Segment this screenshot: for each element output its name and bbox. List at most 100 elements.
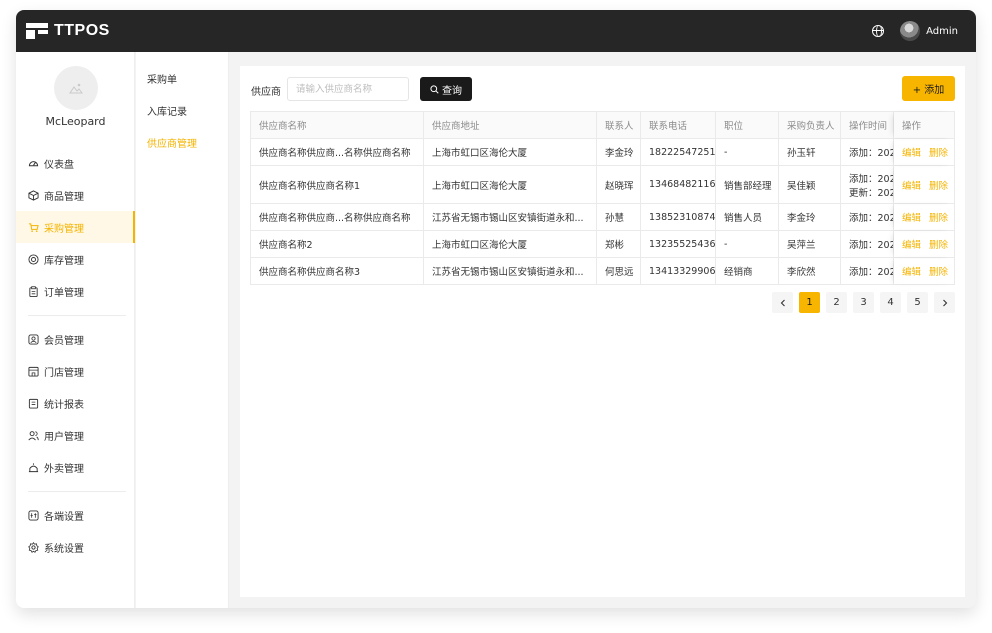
added-time: 添加：202 bbox=[849, 267, 894, 278]
subnav-item-supplier-management[interactable]: 供应商管理 bbox=[147, 135, 197, 150]
added-time: 添加：202 bbox=[849, 240, 894, 251]
delete-link[interactable]: 删除 bbox=[929, 264, 948, 278]
profile-name: McLeopard bbox=[45, 115, 106, 128]
pagination: 1 2 3 4 5 bbox=[766, 292, 955, 313]
store-icon bbox=[28, 366, 39, 377]
page-button-1[interactable]: 1 bbox=[799, 292, 820, 313]
user-avatar[interactable] bbox=[900, 21, 921, 41]
table-row: 供应商名称供应商名称1 上海市虹口区海伦大厦 赵晓珲 13468482116 销… bbox=[251, 166, 954, 204]
column-header: 联系电话 bbox=[641, 112, 716, 138]
column-header: 联系人 bbox=[597, 112, 641, 138]
sidebar-item-stores[interactable]: 门店管理 bbox=[16, 355, 135, 387]
delivery-icon bbox=[28, 462, 39, 473]
image-placeholder-icon bbox=[69, 83, 83, 94]
sidebar-item-label: 订单管理 bbox=[44, 287, 84, 299]
position-cell: 销售部经理 bbox=[716, 166, 779, 203]
edit-link[interactable]: 编辑 bbox=[902, 210, 921, 224]
sidebar-item-members[interactable]: 会员管理 bbox=[16, 323, 135, 355]
sidebar-item-label: 会员管理 bbox=[44, 335, 84, 347]
phone-cell: 13235525436 bbox=[641, 231, 716, 257]
sidebar-item-label: 仪表盘 bbox=[44, 159, 74, 171]
sidebar-divider bbox=[28, 491, 126, 492]
sidebar-item-purchase[interactable]: 采购管理 bbox=[16, 211, 135, 243]
sidebar-item-users[interactable]: 用户管理 bbox=[16, 419, 135, 451]
contact-cell: 孙慧 bbox=[597, 204, 641, 230]
position-cell: 经销商 bbox=[716, 258, 779, 284]
delete-link[interactable]: 删除 bbox=[929, 145, 948, 159]
page-button-4[interactable]: 4 bbox=[880, 292, 901, 313]
gear-icon bbox=[28, 541, 39, 553]
sidebar-item-reports[interactable]: 统计报表 bbox=[16, 387, 135, 419]
page-button-2[interactable]: 2 bbox=[826, 292, 847, 313]
contact-cell: 赵晓珲 bbox=[597, 166, 641, 203]
supplier-address-cell: 上海市虹口区海伦大厦 bbox=[424, 166, 597, 203]
prev-page-button[interactable] bbox=[772, 292, 793, 313]
sidebar-item-label: 商品管理 bbox=[44, 191, 84, 203]
operation-time-cell: 添加：202 bbox=[841, 231, 894, 257]
buyer-cell: 吴佳颖 bbox=[779, 166, 841, 203]
globe-icon[interactable] bbox=[872, 25, 885, 37]
supplier-address-cell: 江苏省无锡市锡山区安镇街道永和... bbox=[424, 258, 597, 284]
cart-icon bbox=[28, 222, 39, 233]
edit-link[interactable]: 编辑 bbox=[902, 145, 921, 159]
sidebar-item-devices[interactable]: 各端设置 bbox=[16, 499, 135, 531]
operation-time-cell: 添加：202 bbox=[841, 258, 894, 284]
column-header: 采购负责人 bbox=[779, 112, 841, 138]
actions-cell: 编辑 删除 bbox=[894, 258, 954, 284]
member-icon bbox=[28, 333, 39, 345]
supplier-search-input[interactable] bbox=[287, 77, 409, 101]
column-header: 供应商名称 bbox=[251, 112, 424, 138]
sidebar-item-settings[interactable]: 系统设置 bbox=[16, 531, 135, 563]
main-content: 供应商 查询 + 添加 供应商名称 供应商地址 联系人 联系电话 职位 采购负责… bbox=[240, 66, 965, 597]
delete-link[interactable]: 删除 bbox=[929, 237, 948, 251]
position-cell: 销售人员 bbox=[716, 204, 779, 230]
page-button-5[interactable]: 5 bbox=[907, 292, 928, 313]
operation-time-cell: 添加：202 bbox=[841, 204, 894, 230]
edit-link[interactable]: 编辑 bbox=[902, 237, 921, 251]
sidebar-item-label: 外卖管理 bbox=[44, 463, 84, 475]
box-icon bbox=[28, 189, 39, 201]
supplier-name-cell: 供应商名称供应商...名称供应商名称 bbox=[251, 204, 424, 230]
sidebar-item-orders[interactable]: 订单管理 bbox=[16, 275, 135, 307]
supplier-name-cell: 供应商名称2 bbox=[251, 231, 424, 257]
devices-icon bbox=[28, 509, 39, 521]
buyer-cell: 李欣然 bbox=[779, 258, 841, 284]
edit-link[interactable]: 编辑 bbox=[902, 178, 921, 192]
column-header: 职位 bbox=[716, 112, 779, 138]
sidebar-item-label: 用户管理 bbox=[44, 431, 84, 443]
delete-link[interactable]: 删除 bbox=[929, 210, 948, 224]
sidebar-item-label: 统计报表 bbox=[44, 399, 84, 411]
table-header-row: 供应商名称 供应商地址 联系人 联系电话 职位 采购负责人 操作时间 操作 bbox=[251, 112, 954, 139]
actions-cell: 编辑 删除 bbox=[894, 139, 954, 165]
operation-time-cell: 添加：202 更新：202 bbox=[841, 166, 894, 203]
profile-avatar[interactable] bbox=[54, 66, 98, 110]
sidebar-item-delivery[interactable]: 外卖管理 bbox=[16, 451, 135, 483]
subnav-item-purchase-orders[interactable]: 采购单 bbox=[147, 71, 177, 86]
added-time: 添加：202 bbox=[849, 148, 894, 159]
buyer-cell: 吴萍兰 bbox=[779, 231, 841, 257]
app-logo[interactable]: TTPOS bbox=[26, 22, 110, 40]
user-name[interactable]: Admin bbox=[926, 26, 958, 37]
query-button[interactable]: 查询 bbox=[420, 77, 472, 101]
sidebar-item-label: 采购管理 bbox=[44, 223, 84, 235]
subnav-item-inbound-records[interactable]: 入库记录 bbox=[147, 103, 187, 118]
supplier-table: 供应商名称 供应商地址 联系人 联系电话 职位 采购负责人 操作时间 操作 供应… bbox=[250, 111, 955, 285]
add-supplier-button[interactable]: + 添加 bbox=[902, 76, 955, 101]
edit-link[interactable]: 编辑 bbox=[902, 264, 921, 278]
sub-navigation: 采购单 入库记录 供应商管理 bbox=[136, 52, 229, 608]
inventory-icon bbox=[28, 253, 39, 265]
operation-time-cell: 添加：202 bbox=[841, 139, 894, 165]
next-page-button[interactable] bbox=[934, 292, 955, 313]
sidebar-item-inventory[interactable]: 库存管理 bbox=[16, 243, 135, 275]
users-icon bbox=[28, 430, 39, 441]
report-icon bbox=[28, 398, 39, 409]
sidebar-item-products[interactable]: 商品管理 bbox=[16, 179, 135, 211]
position-cell: - bbox=[716, 139, 779, 165]
sidebar-item-dashboard[interactable]: 仪表盘 bbox=[16, 147, 135, 179]
phone-cell: 13468482116 bbox=[641, 166, 716, 203]
column-header: 操作时间 bbox=[841, 112, 894, 138]
chevron-left-icon bbox=[780, 299, 785, 306]
page-button-3[interactable]: 3 bbox=[853, 292, 874, 313]
delete-link[interactable]: 删除 bbox=[929, 178, 948, 192]
updated-time: 更新：202 bbox=[849, 187, 894, 199]
